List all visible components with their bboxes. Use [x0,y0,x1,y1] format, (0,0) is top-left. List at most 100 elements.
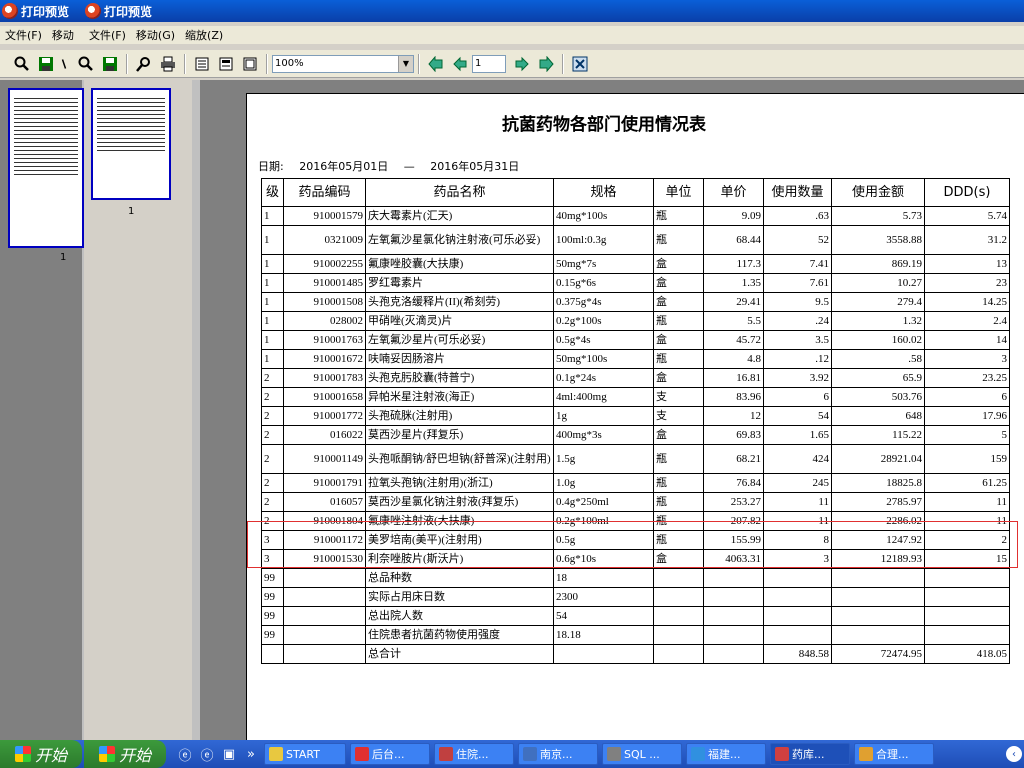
table-cell: 910001772 [283,406,366,426]
full-page-icon[interactable] [240,54,260,74]
table-cell: .58 [831,349,925,369]
window-title-bar[interactable]: 打印预览 [0,0,83,22]
menu-file-2[interactable]: 文件(F) [84,27,131,43]
table-cell: 40mg*100s [553,206,654,226]
table-cell: 3558.88 [831,225,925,255]
table-row: 1 910001485 罗红霉素片 0.15g*6s 盒 1.35 7.61 10.27 23 [261,273,1010,293]
column-header: 药品编码 [283,178,366,207]
print-icon[interactable] [158,54,178,74]
table-cell [283,625,366,645]
chevron-down-icon[interactable]: ▼ [398,55,413,72]
table-cell: 3 [924,349,1010,369]
table-cell: 7.61 [763,273,832,293]
show-desktop-icon[interactable]: ▣ [220,745,238,763]
zoom-icon-2[interactable] [76,54,96,74]
table-cell: 2 [261,492,284,512]
separator [266,53,268,74]
table-cell: 52 [763,225,832,255]
table-row: 99 总出院人数 54 [261,606,1010,626]
menu-zoom[interactable]: 缩放(Z) [180,27,228,43]
tray-expand-icon[interactable]: ‹ [1006,746,1022,762]
date-to: 2016年05月31日 [430,160,520,173]
table-cell: 5 [924,425,1010,445]
table-cell [653,606,704,626]
print-setup-icon[interactable] [134,54,154,74]
taskbar-button[interactable]: 合理... [854,743,934,765]
more-chevron-icon[interactable]: » [242,745,260,763]
table-cell: 实际占用床日数 [365,587,554,607]
table-cell: 11 [763,492,832,512]
last-page-icon[interactable] [536,54,556,74]
menu-move[interactable]: 移动 [47,27,79,43]
table-cell: 9.5 [763,292,832,312]
task-icon [691,747,705,761]
table-cell: 13 [924,254,1010,274]
window-title-bar-2[interactable]: 打印预览 [83,0,1024,22]
zoom-value: 100% [275,58,304,69]
table-cell: 1 [261,273,284,293]
table-row: 2 016022 莫西沙星片(拜复乐) 400mg*3s 盒 69.83 1.65 115.2… [261,425,1010,445]
taskbar-button[interactable]: 药库... [770,743,850,765]
start-button-2[interactable]: 开始 [84,740,166,768]
table-cell: 0.2g*100s [553,311,654,331]
table-cell: 11 [924,492,1010,512]
table-cell: 18825.8 [831,473,925,493]
table-cell: 0.375g*4s [553,292,654,312]
table-cell: 2300 [553,587,654,607]
taskbar-button[interactable]: 后台... [350,743,430,765]
table-cell: 99 [261,568,284,588]
zoom-select[interactable]: 100% ▼ [272,54,414,73]
taskbar-button[interactable]: START [264,743,346,765]
taskbar-button[interactable]: 住院... [434,743,514,765]
table-cell: 1 [261,225,284,255]
table-cell: 117.3 [703,254,764,274]
table-cell: 503.76 [831,387,925,407]
table-cell: 5.5 [703,311,764,331]
taskbar-button[interactable]: 南京... [518,743,598,765]
table-cell: 罗红霉素片 [365,273,554,293]
first-page-icon[interactable] [426,54,446,74]
page-number-input[interactable]: 1 [472,54,506,73]
menu-move-2[interactable]: 移动(G) [131,27,180,43]
zoom-icon[interactable] [12,54,32,74]
page-thumbnail-2[interactable] [91,88,171,200]
close-icon[interactable] [570,54,590,74]
splitter[interactable] [192,80,200,740]
save-icon[interactable] [36,54,56,74]
page-width-icon[interactable] [216,54,236,74]
one-page-icon[interactable] [192,54,212,74]
table-row: 1 910001672 呋喃妥因肠溶片 50mg*100s 瓶 4.8.12.58 3 [261,349,1010,369]
thumbnail-label: 1 [60,252,67,263]
table-row: 2 016057 莫西沙星氯化钠注射液(拜复乐) 0.4g*250ml 瓶 253.27 1… [261,492,1010,512]
start-button[interactable]: 开始 [0,740,82,768]
table-cell: 1.0g [553,473,654,493]
column-header: 单价 [703,178,764,207]
table-cell: 400mg*3s [553,425,654,445]
taskbar-button[interactable]: SQL ... [602,743,682,765]
table-cell: 2 [261,387,284,407]
taskbar-button[interactable]: 福建... [686,743,766,765]
table-cell: 盒 [653,273,704,293]
next-page-icon[interactable] [512,54,532,74]
table-cell: 瓶 [653,349,704,369]
table-cell: 4.8 [703,349,764,369]
table-cell: 17.96 [924,406,1010,426]
save-icon-2[interactable] [100,54,120,74]
table-cell: 245 [763,473,832,493]
table-cell: 3.5 [763,330,832,350]
prev-page-icon[interactable] [450,54,470,74]
separator [562,53,564,74]
date-separator: — [403,160,415,173]
table-cell [763,625,832,645]
ie-icon[interactable]: ⓔ [176,745,194,764]
table-cell: 100ml:0.3g [553,225,654,255]
task-label: 后台... [372,748,405,761]
table-cell: 盒 [653,330,704,350]
page-thumbnail[interactable] [8,88,84,248]
table-cell: 910001485 [283,273,366,293]
browser-icon[interactable]: ⓔ [198,745,216,764]
menu-file[interactable]: 文件(F) [0,27,47,43]
table-cell: 瓶 [653,473,704,493]
table-cell [653,644,704,664]
table-cell: 99 [261,587,284,607]
